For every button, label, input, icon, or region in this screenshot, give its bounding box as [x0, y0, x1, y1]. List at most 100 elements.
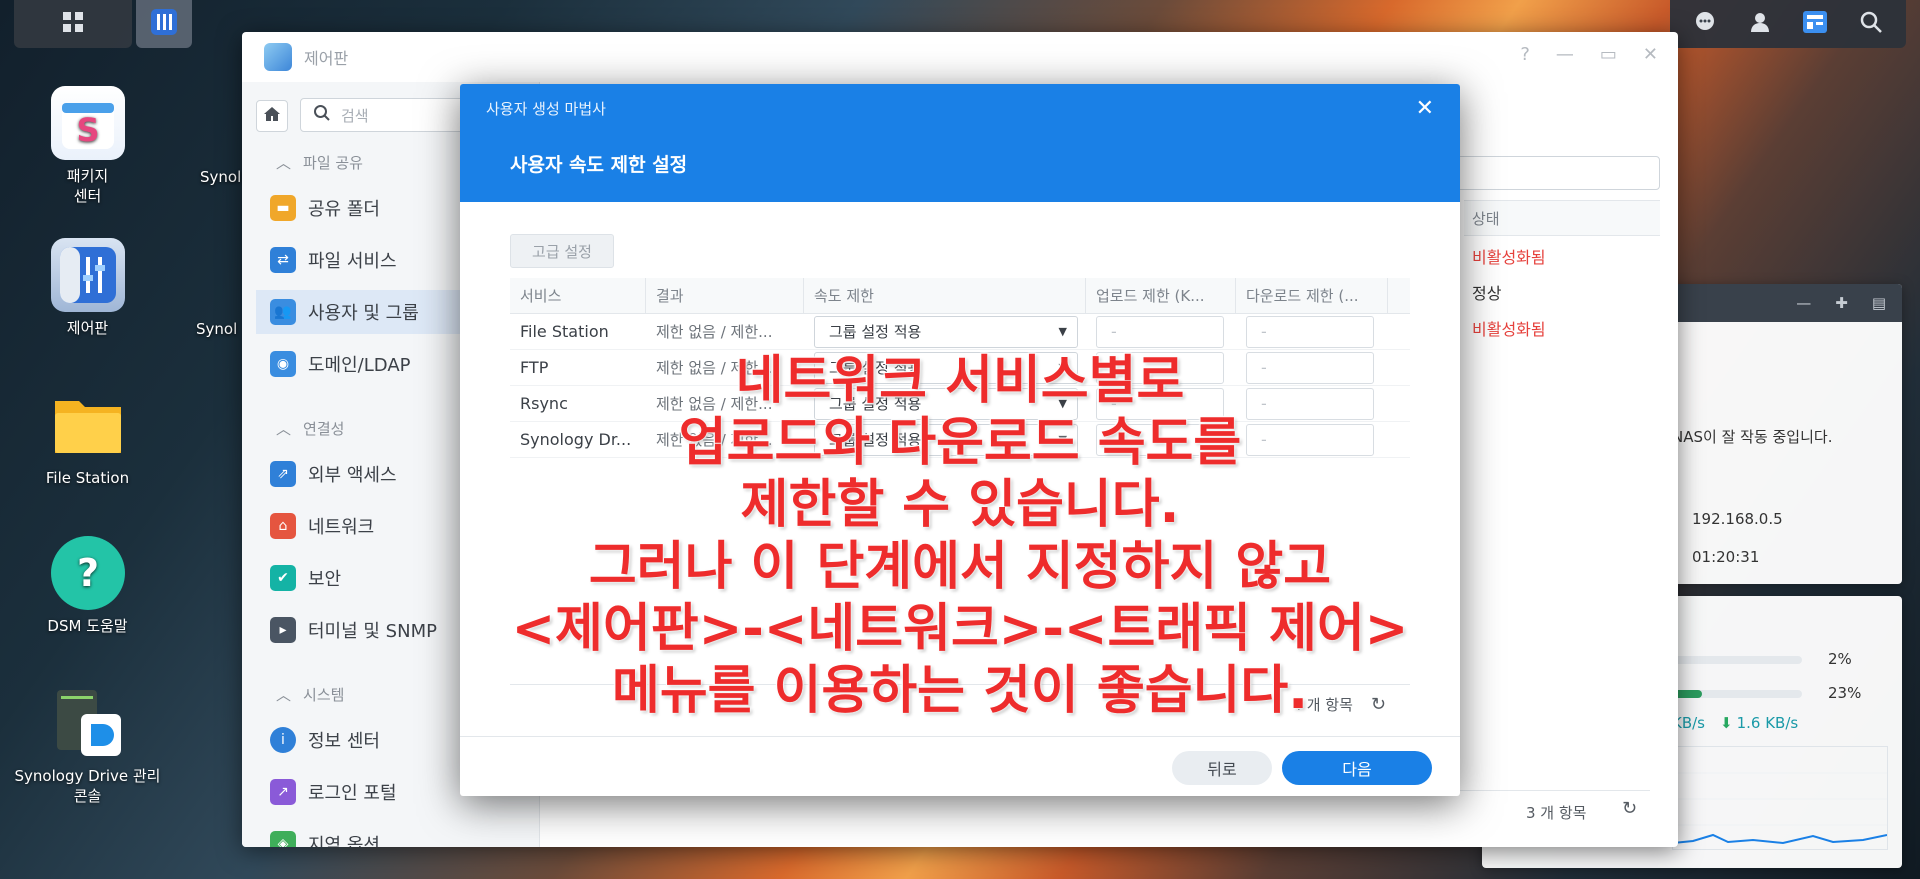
sidebar-item-label: 정보 센터 [308, 731, 380, 752]
external-access-icon: ⇗ [270, 461, 296, 487]
help-icon[interactable]: ? [1520, 44, 1530, 65]
widget-menu-icon[interactable]: ▤ [1872, 294, 1886, 312]
desktop-icon-label-partial: Synol [196, 320, 238, 338]
control-panel-icon [150, 8, 178, 40]
close-icon[interactable]: ✕ [1643, 44, 1658, 65]
download-cell: - [1236, 314, 1388, 349]
filter-input[interactable] [1450, 156, 1660, 190]
terminal-icon: ▸ [270, 617, 296, 643]
section-system[interactable]: ︿ 시스템 [276, 684, 344, 705]
widget-icon[interactable] [1802, 10, 1828, 38]
close-icon[interactable]: ✕ [1416, 96, 1434, 121]
desktop-icon-label: File Station [45, 469, 130, 487]
minimize-icon[interactable]: — [1556, 44, 1574, 65]
sidebar-item-regional-options[interactable]: ◈ 지역 옵션 [270, 822, 380, 847]
desktop-icon-dsm-help[interactable]: ? DSM 도움말 [0, 536, 175, 636]
status-column-header[interactable]: 상태 [1464, 200, 1660, 236]
table-row[interactable]: File Station 제한 없음 / 제한... 그룹 설정 적용 ▼ - - [510, 314, 1410, 350]
search-icon[interactable] [1859, 10, 1883, 38]
pin-icon[interactable]: ✚ [1835, 294, 1848, 312]
annotation-line: 그러나 이 단계에서 지정하지 않고 [588, 536, 1332, 598]
main-menu-button[interactable] [14, 0, 132, 48]
shield-icon: ✔ [270, 565, 296, 591]
wizard-step-title: 사용자 속도 제한 설정 [510, 154, 688, 176]
sidebar-item-login-portal[interactable]: ↗ 로그인 포털 [270, 770, 397, 814]
back-button[interactable]: 뒤로 [1172, 751, 1272, 785]
chevron-up-icon: ︿ [276, 154, 292, 172]
upload-limit-input[interactable]: - [1096, 315, 1224, 348]
section-label: 시스템 [303, 686, 345, 704]
search-input[interactable]: 검색 [341, 105, 369, 126]
annotation-line: 네트워크 서비스별로 [735, 350, 1186, 412]
user-icon[interactable] [1748, 10, 1772, 38]
desktop-icon-label: DSM 도움말 [47, 617, 128, 635]
domain-icon: ◉ [270, 351, 296, 377]
uptime: 01:20:31 [1692, 548, 1760, 566]
speed-limit-value: 그룹 설정 적용 [829, 323, 922, 341]
desktop-icon-control-panel[interactable]: 제어판 [0, 238, 175, 338]
desktop-icon-file-station[interactable]: File Station [0, 388, 175, 488]
desktop-icon-drive-admin[interactable]: Synology Drive 관리 콘솔 [0, 686, 175, 806]
sidebar-item-info-center[interactable]: i 정보 센터 [270, 718, 380, 762]
grid-icon [61, 10, 85, 38]
file-services-icon: ⇄ [270, 247, 296, 273]
refresh-icon[interactable]: ↻ [1622, 798, 1637, 819]
minimize-icon[interactable]: — [1796, 294, 1811, 312]
column-header[interactable]: 결과 [646, 278, 804, 313]
annotation-line: <제어판>-<네트워크>-<트래픽 제어> [511, 598, 1410, 660]
user-status: 비활성화됨 [1472, 248, 1546, 267]
wizard-footer: 뒤로 다음 [460, 736, 1460, 796]
sidebar-item-file-services[interactable]: ⇄ 파일 서비스 [270, 238, 397, 282]
advanced-settings-button[interactable]: 고급 설정 [510, 234, 614, 268]
speed-limit-select[interactable]: 그룹 설정 적용 ▼ [814, 315, 1078, 348]
download-speed-value: 1.6 KB/s [1736, 714, 1799, 732]
help-icon: ? [50, 536, 125, 610]
window-titlebar: 제어판 [242, 32, 1678, 82]
column-header[interactable]: 다운로드 제한 (... [1236, 278, 1388, 313]
desktop-icon-package-center[interactable]: S 패키지 센터 [0, 86, 175, 206]
arrow-down-icon: ⬇ [1720, 714, 1733, 732]
folder-icon [51, 388, 125, 462]
regional-icon: ◈ [270, 831, 296, 847]
cpu-bar [1672, 656, 1802, 664]
control-panel-icon [264, 43, 292, 71]
section-connectivity[interactable]: ︿ 연결성 [276, 418, 344, 439]
sidebar-item-label: 보안 [308, 569, 342, 590]
info-icon: i [270, 727, 296, 753]
cpu-value: 2% [1828, 650, 1852, 668]
desktop-icon-label: Synology Drive 관리 콘솔 [14, 767, 161, 805]
next-button[interactable]: 다음 [1282, 751, 1432, 785]
network-icon: ⌂ [270, 513, 296, 539]
section-file-sharing[interactable]: ︿ 파일 공유 [276, 152, 363, 173]
sidebar-item-label: 공유 폴더 [308, 199, 380, 220]
chat-icon[interactable] [1693, 10, 1717, 38]
sidebar-item-security[interactable]: ✔ 보안 [270, 556, 341, 600]
column-header[interactable]: 서비스 [510, 278, 646, 313]
speed-limit-cell: 그룹 설정 적용 ▼ [804, 314, 1086, 349]
annotation-line: 메뉴를 이용하는 것이 좋습니다. [611, 660, 1309, 722]
section-label: 파일 공유 [303, 154, 363, 172]
sidebar-item-network[interactable]: ⌂ 네트워크 [270, 504, 374, 548]
sidebar-item-shared-folder[interactable]: ▬ 공유 폴더 [270, 186, 380, 230]
sidebar-item-label: 터미널 및 SNMP [308, 621, 437, 642]
section-label: 연결성 [303, 420, 345, 438]
window-controls: ? — ▭ ✕ [1520, 44, 1658, 65]
result-text: 제한 없음 / 제한... [656, 323, 773, 341]
download-limit-input[interactable]: - [1246, 315, 1374, 348]
maximize-icon[interactable]: ▭ [1600, 44, 1617, 65]
network-graph [1672, 746, 1888, 850]
sidebar-item-domain-ldap[interactable]: ◉ 도메인/LDAP [270, 342, 410, 386]
annotation-line: 업로드와 다운로드 속도를 [678, 412, 1242, 474]
chevron-up-icon: ︿ [276, 420, 292, 438]
wizard-window-title: 사용자 생성 마법사 [486, 100, 606, 118]
download-speed: ⬇ 1.6 KB/s [1720, 714, 1798, 732]
sidebar-item-external-access[interactable]: ⇗ 외부 액세스 [270, 452, 397, 496]
sidebar-item-terminal-snmp[interactable]: ▸ 터미널 및 SNMP [270, 608, 437, 652]
desktop-icon-label: 패키지 센터 [66, 167, 109, 205]
column-header[interactable]: 속도 제한 [804, 278, 1086, 313]
list-item-count: 3 개 항목 [1526, 804, 1587, 822]
column-header[interactable]: 업로드 제한 (K... [1086, 278, 1236, 313]
home-button[interactable] [256, 100, 288, 132]
taskbar-control-panel[interactable] [136, 0, 192, 48]
annotation-overlay: 네트워크 서비스별로 업로드와 다운로드 속도를 제한할 수 있습니다. 그러나… [480, 350, 1440, 722]
